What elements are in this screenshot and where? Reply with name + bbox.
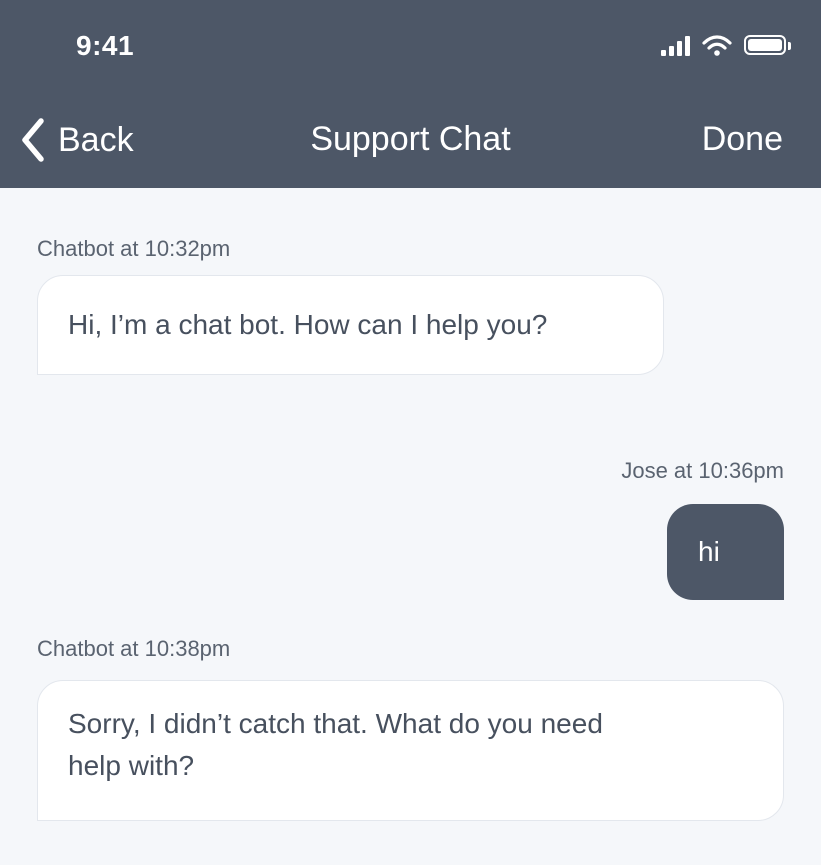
message-timestamp: Chatbot at 10:32pm: [37, 236, 231, 261]
message-text: hi: [698, 536, 720, 567]
bot-message-bubble: Sorry, I didn’t catch that. What do you …: [37, 680, 784, 821]
user-message-bubble: hi: [667, 504, 784, 600]
message-text-line: Sorry, I didn’t catch that. What do you …: [68, 708, 603, 739]
message-timestamp: Jose at 10:36pm: [621, 458, 784, 483]
status-icons: [661, 34, 791, 58]
page-title: Support Chat: [310, 120, 511, 158]
message-text-line: help with?: [68, 750, 195, 781]
done-button[interactable]: Done: [702, 120, 783, 159]
status-time: 9:41: [76, 30, 135, 61]
battery-icon: [744, 35, 791, 57]
bot-message-bubble: Hi, I’m a chat bot. How can I help you?: [37, 275, 664, 375]
wifi-icon: [702, 35, 732, 56]
message-timestamp: Chatbot at 10:38pm: [37, 636, 231, 661]
top-bar: 9:41 Back Support Chat Done: [0, 0, 821, 188]
chat-thread[interactable]: Chatbot at 10:32pm Hi, I’m a chat bot. H…: [0, 188, 821, 865]
message-text: Hi, I’m a chat bot. How can I help you?: [68, 309, 548, 340]
signal-bars-icon: [661, 36, 690, 56]
